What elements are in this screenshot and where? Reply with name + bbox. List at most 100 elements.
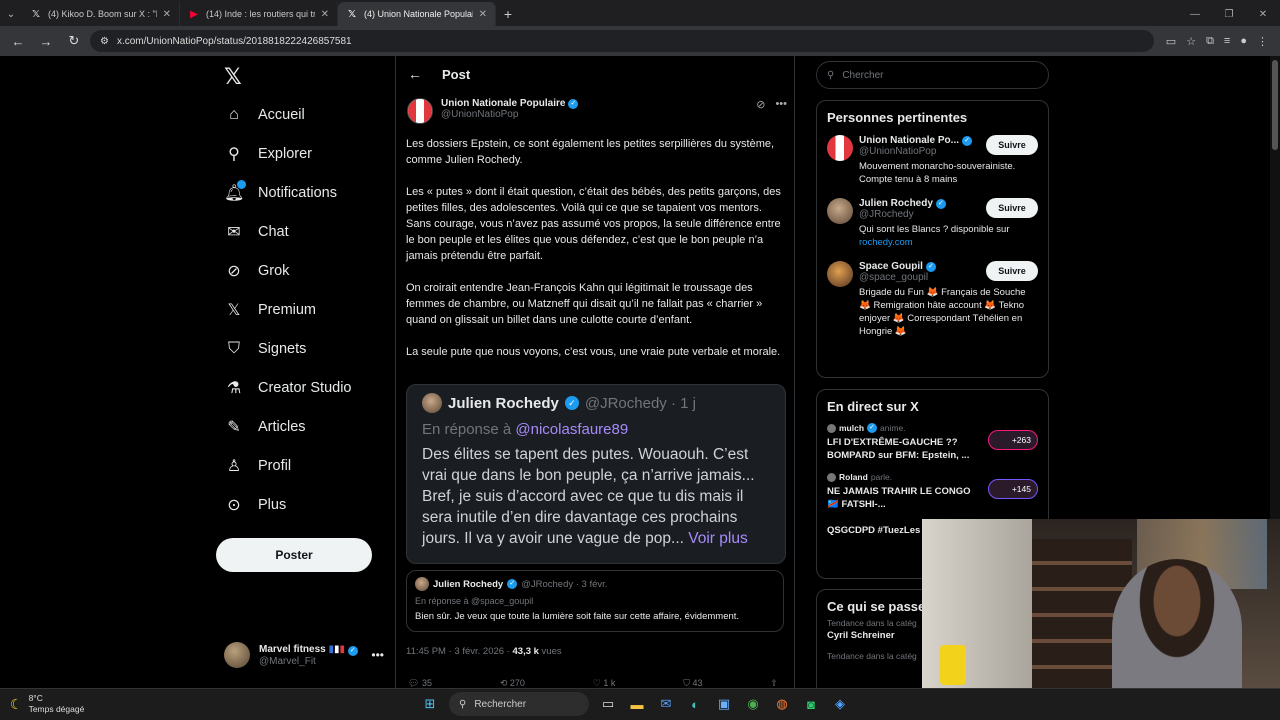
post-meta: 11:45 PM · 3 févr. 2026 · 43,3 k vues bbox=[406, 646, 562, 657]
grok-icon[interactable]: ⊘ bbox=[756, 98, 765, 124]
back-arrow-icon[interactable]: ← bbox=[408, 66, 422, 82]
more-icon[interactable]: ••• bbox=[371, 648, 384, 662]
nav-item-articles[interactable]: ✎ Articles bbox=[224, 414, 305, 440]
avatar[interactable] bbox=[407, 98, 433, 124]
back-icon[interactable]: ← bbox=[6, 29, 30, 53]
nav-item-premium[interactable]: 𝕏 Premium bbox=[224, 297, 316, 323]
close-icon[interactable]: ✕ bbox=[479, 9, 487, 20]
search-input[interactable]: ⚲ Chercher bbox=[816, 61, 1049, 89]
nav-item-creator-studio[interactable]: ⚗ Creator Studio bbox=[224, 375, 352, 401]
more-icon[interactable]: ••• bbox=[775, 98, 787, 124]
nav-item-home[interactable]: ⌂ Accueil bbox=[224, 102, 305, 128]
scrollbar-thumb[interactable] bbox=[1272, 60, 1278, 150]
windows-start-icon[interactable]: ⊞ bbox=[420, 694, 440, 714]
nav-label: Profil bbox=[258, 458, 292, 474]
quote-text: Des élites se tapent des putes. Wouaouh.… bbox=[422, 446, 755, 547]
author-handle[interactable]: @UnionNatioPop bbox=[441, 109, 578, 120]
live-title: NE JAMAIS TRAHIR LE CONGO 🇨🇩 FATSHI-... bbox=[827, 486, 971, 510]
cast-icon[interactable]: ▭ bbox=[1166, 35, 1176, 48]
bio-link[interactable]: rochedy.com bbox=[859, 237, 913, 248]
quoted-post[interactable]: Julien Rochedy ✓ @JRochedy · 3 févr. En … bbox=[406, 570, 784, 632]
menu-icon[interactable]: ⋮ bbox=[1257, 35, 1268, 48]
person-card[interactable]: Union Nationale Po... ✓ @UnionNatioPop Mo… bbox=[817, 129, 1048, 192]
restore-icon[interactable]: ❐ bbox=[1212, 2, 1246, 26]
panel-title: Personnes pertinentes bbox=[827, 110, 968, 125]
quote-handle: @JRochedy · 3 févr. bbox=[521, 578, 608, 590]
extensions-icon[interactable]: ⧉ bbox=[1206, 35, 1214, 48]
tab-title: (4) Kikoo D. Boom sur X : "Les p bbox=[48, 9, 157, 19]
live-item[interactable]: mulch ✓ anime. LFI D'EXTRÊME-GAUCHE ?? BOM… bbox=[817, 418, 1048, 467]
close-icon[interactable]: ✕ bbox=[163, 9, 171, 20]
nav-item-chat[interactable]: ✉ Chat bbox=[224, 219, 288, 245]
follow-button[interactable]: Suivre bbox=[986, 198, 1038, 218]
edge-icon[interactable]: ◐ bbox=[685, 694, 705, 714]
close-icon[interactable]: ✕ bbox=[321, 9, 329, 20]
repost-button[interactable]: ⟲ 270 bbox=[500, 678, 525, 688]
quote-reply-to: En réponse à @nicolasfaure89 bbox=[422, 421, 629, 438]
browser-tab-1[interactable]: 𝕏 (4) Kikoo D. Boom sur X : "Les p ✕ bbox=[22, 2, 180, 26]
see-more-link[interactable]: Voir plus bbox=[688, 530, 747, 547]
forward-icon[interactable]: → bbox=[34, 29, 58, 53]
close-window-icon[interactable]: ✕ bbox=[1246, 2, 1280, 26]
tab-search-icon[interactable]: ⌄ bbox=[0, 2, 22, 26]
reload-icon[interactable]: ↻ bbox=[62, 29, 86, 53]
nav-label: Signets bbox=[258, 341, 307, 357]
post-paragraph: Les « putes » dont il était question, c’… bbox=[406, 186, 781, 262]
browser-tab-3[interactable]: 𝕏 (4) Union Nationale Populaire s ✕ bbox=[338, 2, 496, 26]
live-item[interactable]: Roland parle. NE JAMAIS TRAHIR LE CONGO 🇨… bbox=[817, 467, 1048, 516]
author-name[interactable]: Union Nationale Populaire ✓ bbox=[441, 98, 579, 109]
media-icon[interactable]: ≡ bbox=[1224, 35, 1230, 48]
x-logo-icon[interactable]: 𝕏 bbox=[224, 64, 242, 90]
taskbar-search[interactable]: ⚲ Rechercher bbox=[449, 692, 589, 716]
nav-item-more[interactable]: ⊙ Plus bbox=[224, 492, 286, 518]
task-view-icon[interactable]: ▭ bbox=[598, 694, 618, 714]
reply-button[interactable]: 💬︎ 35 bbox=[408, 678, 432, 688]
chrome-icon[interactable]: ◉ bbox=[743, 694, 763, 714]
live-listeners-badge: +263 bbox=[988, 430, 1038, 450]
verified-icon: ✓ bbox=[935, 198, 946, 209]
new-tab-button[interactable]: + bbox=[496, 2, 520, 26]
notification-badge bbox=[237, 180, 246, 189]
nav-item-explore[interactable]: ⚲ Explorer bbox=[224, 141, 312, 167]
live-title: LFI D'EXTRÊME-GAUCHE ?? BOMPARD sur BFM:… bbox=[827, 437, 970, 461]
app-icon[interactable]: ◙ bbox=[801, 694, 821, 714]
person-card[interactable]: Space Goupil ✓ @space_goupil Brigade du F… bbox=[817, 255, 1048, 344]
post-header: ← Post bbox=[396, 56, 794, 92]
nav-label: Accueil bbox=[258, 107, 305, 123]
search-icon: ⚲ bbox=[228, 146, 240, 163]
browser-tab-2[interactable]: ▶ (14) Inde : les routiers qui trans ✕ bbox=[180, 2, 338, 26]
webcam-wall bbox=[922, 519, 1032, 688]
address-bar[interactable]: ⚙ x.com/UnionNatioPop/status/20188182224… bbox=[90, 30, 1154, 52]
person-card[interactable]: Julien Rochedy ✓ @JRochedy Qui sont les B… bbox=[817, 192, 1048, 255]
mail-app-icon[interactable]: ✉ bbox=[656, 694, 676, 714]
firefox-icon[interactable]: ◍ bbox=[772, 694, 792, 714]
page-title: Post bbox=[442, 66, 471, 82]
nav-item-profile[interactable]: ♙ Profil bbox=[224, 453, 291, 479]
nav-item-bookmarks[interactable]: ⛉ Signets bbox=[224, 336, 306, 362]
profile-icon[interactable]: ● bbox=[1240, 35, 1247, 48]
weather-widget[interactable]: ☾ 8°C Temps dégagé bbox=[10, 693, 84, 715]
app-icon[interactable]: ◈ bbox=[830, 694, 850, 714]
site-info-icon[interactable]: ⚙ bbox=[100, 36, 109, 47]
minimize-icon[interactable]: — bbox=[1178, 2, 1212, 26]
x-logo-icon: 𝕏 bbox=[347, 8, 357, 20]
x-logo-icon: 𝕏 bbox=[227, 302, 241, 319]
post-button[interactable]: Poster bbox=[216, 538, 372, 572]
store-icon[interactable]: ▣ bbox=[714, 694, 734, 714]
nav-item-notifications[interactable]: 🔔︎ Notifications bbox=[224, 180, 337, 206]
file-explorer-icon[interactable]: ▬ bbox=[627, 694, 647, 714]
nav-label: Plus bbox=[258, 497, 287, 513]
share-icon[interactable]: ⇧ bbox=[770, 678, 778, 688]
like-button[interactable]: ♡ 1 k bbox=[593, 678, 616, 688]
account-switcher[interactable]: Marvel fitness ▮▮▮ ✓ @Marvel_Fit ••• bbox=[224, 642, 384, 668]
quoted-post-screenshot[interactable]: Julien Rochedy ✓ @JRochedy · 1 j En répo… bbox=[406, 384, 786, 564]
bookmark-star-icon[interactable]: ☆ bbox=[1186, 35, 1196, 48]
mail-icon: ✉ bbox=[227, 224, 241, 241]
post-actions-top: ⊘ ••• bbox=[756, 98, 787, 124]
account-handle: @Marvel_Fit bbox=[259, 655, 316, 667]
nav-item-grok[interactable]: ⊘ Grok bbox=[224, 258, 289, 284]
follow-button[interactable]: Suivre bbox=[986, 261, 1038, 281]
bookmark-button[interactable]: ⛉ 43 bbox=[683, 678, 702, 688]
follow-button[interactable]: Suivre bbox=[986, 135, 1038, 155]
quote-text: Bien sûr. Je veux que toute la lumière s… bbox=[415, 611, 740, 622]
